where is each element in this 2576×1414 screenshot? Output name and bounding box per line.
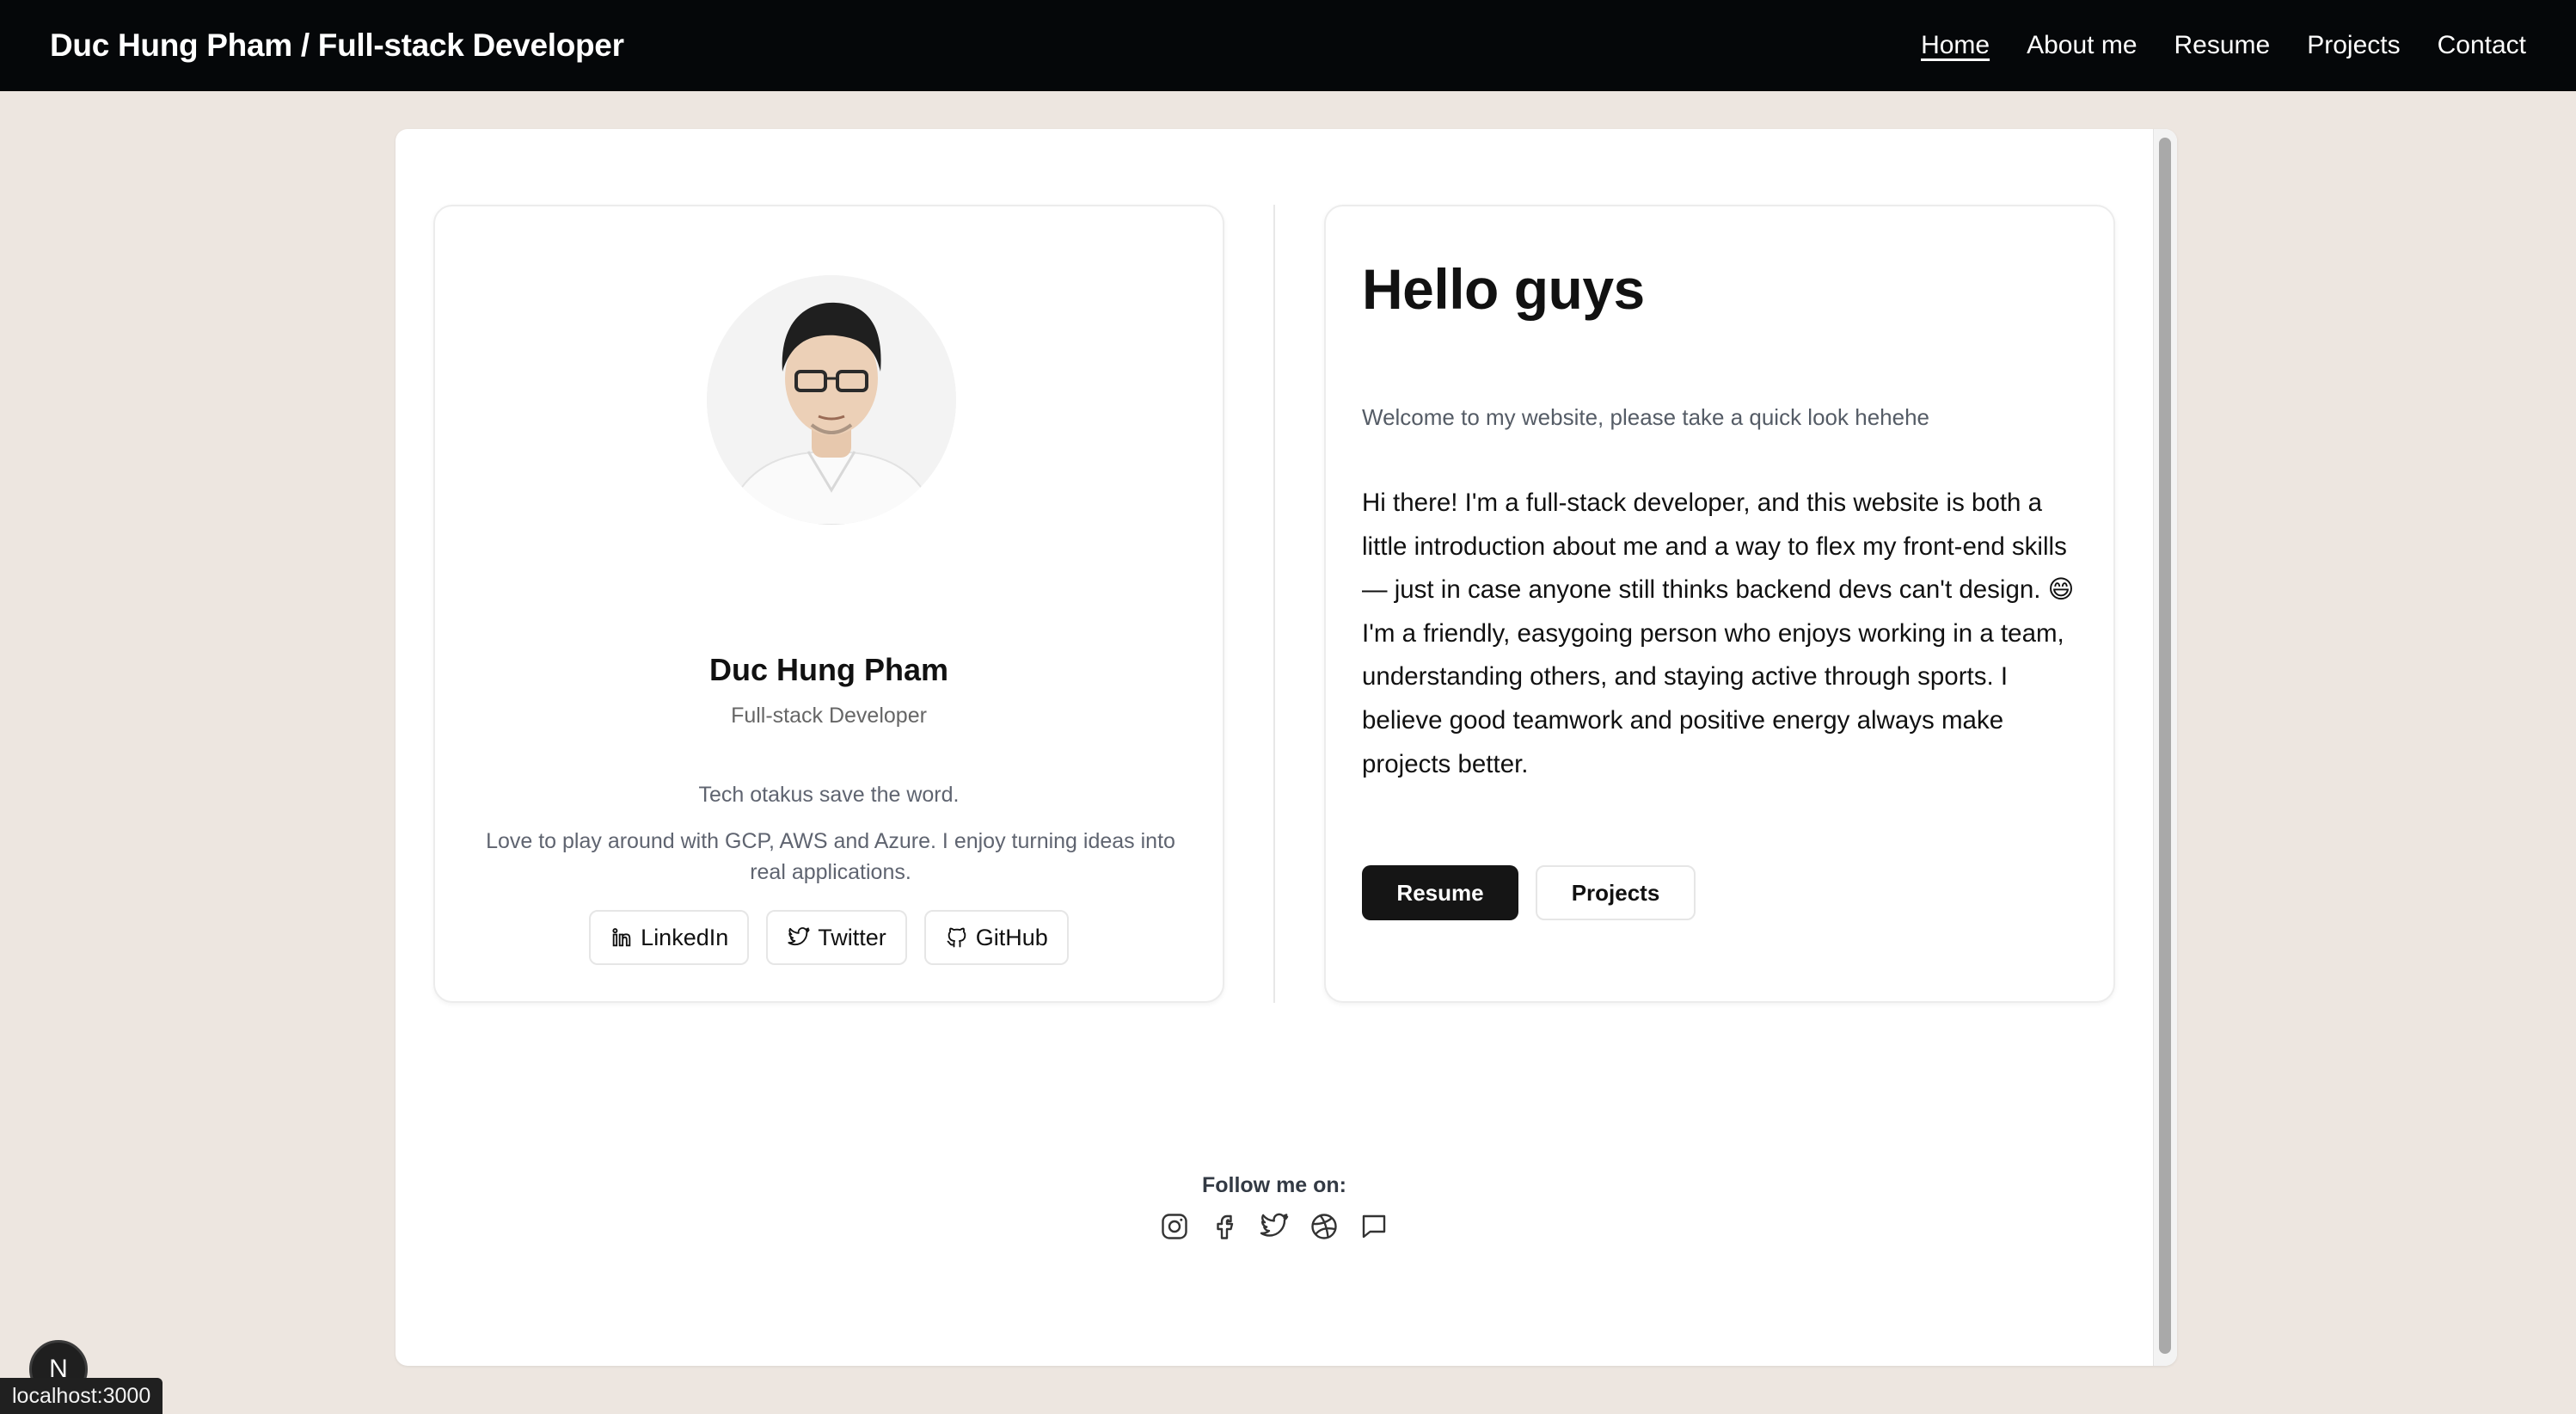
nav-home[interactable]: Home	[1921, 31, 1990, 60]
intro-subheading: Welcome to my website, please take a qui…	[1362, 404, 1929, 430]
social-buttons: LinkedIn Twitter GitHub	[435, 910, 1223, 965]
intro-body: Hi there! I'm a full-stack developer, an…	[1362, 489, 2075, 778]
intro-heading: Hello guys	[1362, 257, 1645, 321]
linkedin-button[interactable]: LinkedIn	[589, 910, 750, 965]
nav-projects[interactable]: Projects	[2307, 31, 2400, 60]
status-url: localhost:3000	[0, 1378, 163, 1414]
github-label: GitHub	[975, 924, 1048, 950]
facebook-icon[interactable]	[1209, 1211, 1240, 1242]
chat-icon[interactable]	[1359, 1211, 1389, 1242]
github-icon	[947, 927, 966, 948]
projects-button[interactable]: Projects	[1536, 865, 1696, 920]
profile-name: Duc Hung Pham	[708, 652, 948, 687]
nav-links: Home About me Resume Projects Contact	[1921, 31, 2526, 60]
dribbble-icon[interactable]	[1309, 1211, 1340, 1242]
profile-tagline: Tech otakus save the word.	[698, 783, 960, 807]
cta-row: Resume Projects	[1362, 865, 1696, 920]
avatar	[707, 275, 956, 525]
twitter-button[interactable]: Twitter	[766, 910, 907, 965]
twitter-icon	[788, 927, 810, 946]
twitter-icon[interactable]	[1259, 1211, 1290, 1242]
linkedin-icon	[612, 928, 631, 947]
profile-role: Full-stack Developer	[731, 704, 927, 728]
github-button[interactable]: GitHub	[923, 910, 1069, 965]
main-panel: Duc Hung Pham Full-stack Developer Tech …	[396, 129, 2177, 1366]
follow-label: Follow me on:	[1201, 1173, 1347, 1197]
linkedin-label: LinkedIn	[641, 924, 729, 950]
top-navbar: Duc Hung Pham / Full-stack Developer Hom…	[0, 0, 2576, 91]
nav-contact[interactable]: Contact	[2438, 31, 2526, 60]
profile-bio: Love to play around with GCP, AWS and Az…	[486, 829, 1175, 884]
scrollbar-thumb[interactable]	[2159, 138, 2171, 1354]
profile-card: Duc Hung Pham Full-stack Developer Tech …	[433, 205, 1224, 1003]
nav-about[interactable]: About me	[2027, 31, 2137, 60]
resume-button[interactable]: Resume	[1362, 865, 1518, 920]
site-brand[interactable]: Duc Hung Pham / Full-stack Developer	[50, 28, 624, 64]
intro-card: Hello guys Welcome to my website, please…	[1324, 205, 2115, 1003]
instagram-icon[interactable]	[1159, 1211, 1190, 1242]
column-divider	[1273, 205, 1275, 1003]
twitter-label: Twitter	[818, 924, 886, 950]
nav-resume[interactable]: Resume	[2174, 31, 2271, 60]
avatar-photo	[707, 275, 956, 525]
scrollbar-track[interactable]	[2153, 129, 2177, 1366]
follow-icons	[396, 1211, 2153, 1242]
